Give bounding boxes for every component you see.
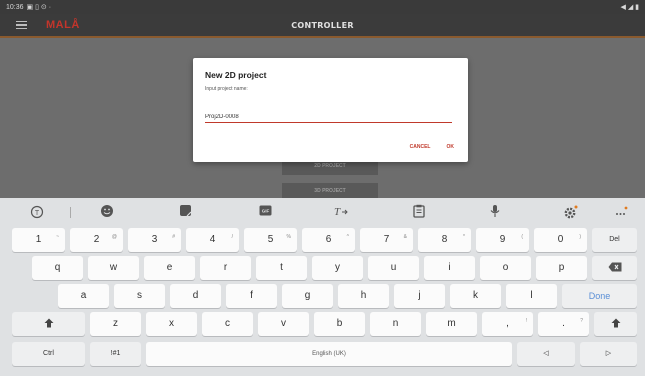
dialog-subtitle: Input project name: (205, 86, 248, 92)
svg-text:T: T (334, 206, 341, 218)
key-k[interactable]: k (450, 284, 501, 308)
system-icons: ◀ ◢ ▮ (620, 4, 639, 11)
backspace-icon (608, 262, 622, 273)
key-u[interactable]: u (368, 256, 419, 280)
key-c[interactable]: c (202, 312, 253, 336)
key-x[interactable]: x (146, 312, 197, 336)
shift-icon (44, 318, 54, 329)
app-bar: MALÅ CONTROLLER (0, 14, 645, 38)
notification-icons: ▣ ▯ ⊙ · (26, 4, 52, 11)
project-name-input[interactable] (205, 111, 452, 123)
cancel-button[interactable]: CANCEL (410, 144, 431, 150)
number-row: 1 ~ 2 @ 3 # 4/ 5% 6 ^ 7 & 8 * 9( 0) Del (0, 228, 645, 252)
cursor-left-key[interactable]: ◁ (517, 342, 575, 366)
svg-text:GIF: GIF (261, 209, 269, 214)
key-z[interactable]: z (90, 312, 141, 336)
arrow-left-icon: ◁ (543, 350, 549, 357)
cursor-right-key[interactable]: ▷ (580, 342, 637, 366)
key-period[interactable]: .? (538, 312, 589, 336)
key-n[interactable]: n (370, 312, 421, 336)
ok-button[interactable]: OK (447, 144, 455, 150)
clipboard-icon[interactable] (410, 204, 428, 220)
dialog-title: New 2D project (205, 70, 267, 80)
key-f[interactable]: f (226, 284, 277, 308)
asdf-row: a s d f g h j k l Done (0, 284, 645, 308)
key-3[interactable]: 3 # (128, 228, 181, 252)
key-p[interactable]: p (536, 256, 587, 280)
status-time: 10:36 (6, 3, 24, 11)
key-s[interactable]: s (114, 284, 165, 308)
key-i[interactable]: i (424, 256, 475, 280)
on-screen-keyboard: T GIF T 1 ~ 2 @ 3 # 4 / 5 % 6 ^ 7 & 8 * … (0, 198, 645, 376)
new-project-dialog: New 2D project Input project name: CANCE… (193, 58, 468, 162)
screen: 10:36 ▣ ▯ ⊙ · ◀ ◢ ▮ MALÅ CONTROLLER 2D P… (0, 0, 645, 376)
arrow-right-icon: ▷ (605, 350, 612, 357)
key-g[interactable]: g (282, 284, 333, 308)
translate-text-icon[interactable]: T (332, 204, 350, 220)
gif-icon[interactable]: GIF (256, 204, 274, 220)
backspace-key[interactable] (592, 256, 637, 280)
key-7[interactable]: 7 & (360, 228, 413, 252)
toolbar-divider (70, 207, 71, 218)
page-title: CONTROLLER (291, 20, 354, 30)
key-8[interactable]: 8 * (418, 228, 471, 252)
key-d[interactable]: d (170, 284, 221, 308)
handwriting-icon[interactable]: T (28, 204, 46, 220)
ctrl-key[interactable]: Ctrl (12, 342, 85, 366)
symbols-key[interactable]: !#1 (90, 342, 141, 366)
key-m[interactable]: m (426, 312, 477, 336)
shift-left-key[interactable] (12, 312, 85, 336)
key-v[interactable]: v (258, 312, 309, 336)
microphone-icon[interactable] (486, 204, 504, 220)
key-b[interactable]: b (314, 312, 365, 336)
key-1[interactable]: 1 ~ (12, 228, 65, 252)
key-y[interactable]: y (312, 256, 363, 280)
key-q[interactable]: q (32, 256, 83, 280)
key-l[interactable]: l (506, 284, 557, 308)
more-options-icon[interactable] (612, 204, 630, 220)
key-w[interactable]: w (88, 256, 139, 280)
status-bar: 10:36 ▣ ▯ ⊙ · ◀ ◢ ▮ (0, 0, 645, 14)
keyboard-toolbar: T GIF T (0, 198, 645, 226)
key-5[interactable]: 5% (244, 228, 297, 252)
key-e[interactable]: e (144, 256, 195, 280)
done-key[interactable]: Done (562, 284, 637, 308)
delete-key[interactable]: Del (592, 228, 637, 252)
key-2[interactable]: 2 @ (70, 228, 123, 252)
key-t[interactable]: t (256, 256, 307, 280)
shift-right-key[interactable] (594, 312, 637, 336)
key-6[interactable]: 6 ^ (302, 228, 355, 252)
key-9[interactable]: 9( (476, 228, 529, 252)
space-key[interactable]: English (UK) (146, 342, 512, 366)
qwerty-row: q w e r t y u i o p (0, 256, 645, 280)
key-j[interactable]: j (394, 284, 445, 308)
key-4[interactable]: 4/ (186, 228, 239, 252)
key-comma[interactable]: ,! (482, 312, 533, 336)
key-h[interactable]: h (338, 284, 389, 308)
key-a[interactable]: a (58, 284, 109, 308)
sticker-icon[interactable] (176, 204, 194, 220)
bottom-row: Ctrl !#1 English (UK) ◁ ▷ (0, 342, 645, 366)
zxcv-row: z x c v b n m ,! .? (0, 312, 645, 336)
settings-gear-icon[interactable] (562, 204, 580, 220)
key-r[interactable]: r (200, 256, 251, 280)
key-o[interactable]: o (480, 256, 531, 280)
shift-icon (611, 318, 621, 329)
key-0[interactable]: 0) (534, 228, 587, 252)
emoji-icon[interactable] (98, 204, 116, 220)
svg-text:T: T (35, 210, 40, 217)
